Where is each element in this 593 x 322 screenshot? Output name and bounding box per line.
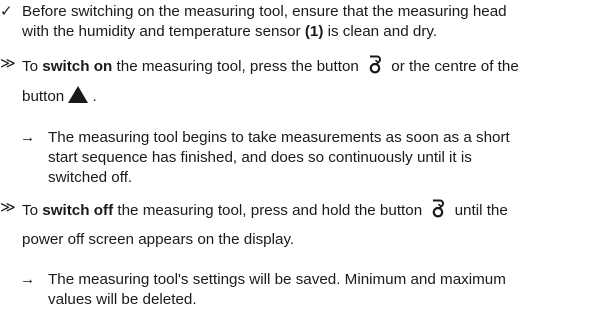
switch-on-result-text: The measuring tool begins to take measur…: [48, 129, 510, 186]
checkmark-icon: ✓: [0, 3, 13, 20]
switch-on-text: To switch on the measuring tool, press t…: [22, 54, 590, 109]
step-arrow-icon: ≫: [0, 199, 16, 216]
step-arrow-icon: ≫: [0, 55, 16, 72]
power-button-icon: [363, 54, 387, 80]
precondition-text: Before switching on the measuring tool, …: [22, 3, 507, 40]
triangle-up-icon: [68, 86, 92, 109]
switch-off-text: To switch off the measuring tool, press …: [22, 198, 590, 250]
power-button-icon: [426, 198, 450, 224]
switch-off-result-text: The measuring tool's settings will be sa…: [48, 271, 506, 308]
result-arrow-icon: →: [20, 129, 36, 146]
result-arrow-icon: →: [20, 271, 36, 288]
instructions-document: ✓ Before switching on the measuring tool…: [0, 0, 593, 322]
